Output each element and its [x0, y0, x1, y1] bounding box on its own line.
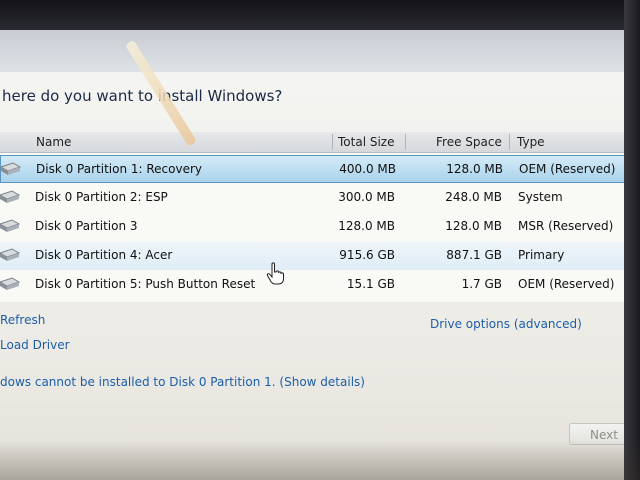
partition-total-size: 128.0 MB	[338, 219, 395, 233]
partition-free-space: 887.1 GB	[446, 248, 502, 262]
partition-name: Disk 0 Partition 1: Recovery	[36, 162, 202, 176]
partition-total-size: 300.0 MB	[338, 190, 395, 204]
partition-total-size: 400.0 MB	[339, 162, 396, 176]
partition-name: Disk 0 Partition 3	[35, 219, 138, 233]
partition-total-size: 915.6 GB	[339, 248, 395, 262]
table-row[interactable]: Disk 0 Partition 1: Recovery 400.0 MB 12…	[0, 155, 630, 183]
partition-name: Disk 0 Partition 2: ESP	[35, 190, 168, 204]
column-header-free-space[interactable]: Free Space	[436, 135, 502, 149]
partition-list[interactable]: Name Total Size Free Space Type Disk 0 P…	[0, 132, 630, 302]
install-warning: dows cannot be installed to Disk 0 Parti…	[0, 375, 365, 389]
warning-text: dows cannot be installed to Disk 0 Parti…	[0, 375, 276, 389]
partition-free-space: 1.7 GB	[461, 277, 502, 291]
partition-total-size: 15.1 GB	[346, 277, 395, 291]
partition-free-space: 128.0 MB	[446, 162, 503, 176]
partition-type: OEM (Reserved)	[518, 277, 615, 291]
monitor-bezel-edge	[624, 0, 640, 480]
partition-type: OEM (Reserved)	[519, 162, 616, 176]
drive-options-link[interactable]: Drive options (advanced)	[430, 317, 582, 331]
list-header: Name Total Size Free Space Type	[0, 132, 630, 153]
partition-name: Disk 0 Partition 5: Push Button Reset	[35, 277, 256, 291]
table-row[interactable]: Disk 0 Partition 3 128.0 MB 128.0 MB MSR…	[0, 213, 630, 241]
column-separator	[332, 134, 333, 150]
column-separator	[405, 134, 406, 150]
photo-shadow	[0, 440, 640, 480]
table-row[interactable]: Disk 0 Partition 5: Push Button Reset 15…	[0, 271, 630, 299]
dialog-title-band	[0, 30, 626, 74]
partition-free-space: 128.0 MB	[445, 219, 502, 233]
column-separator	[509, 134, 510, 150]
hard-drive-icon	[0, 162, 21, 175]
column-header-name[interactable]: Name	[36, 135, 71, 149]
partition-type: MSR (Reserved)	[518, 219, 614, 233]
hard-drive-icon	[0, 219, 20, 232]
hard-drive-icon	[0, 248, 20, 261]
refresh-link[interactable]: Refresh	[0, 313, 45, 327]
table-row[interactable]: Disk 0 Partition 4: Acer 915.6 GB 887.1 …	[0, 242, 630, 270]
monitor-bezel	[0, 0, 640, 34]
hard-drive-icon	[0, 277, 20, 290]
load-driver-link[interactable]: Load Driver	[0, 338, 70, 352]
column-header-total-size[interactable]: Total Size	[338, 135, 394, 149]
partition-free-space: 248.0 MB	[445, 190, 502, 204]
column-header-type[interactable]: Type	[517, 135, 545, 149]
page-title: here do you want to install Windows?	[2, 87, 283, 105]
hard-drive-icon	[0, 190, 20, 203]
partition-name: Disk 0 Partition 4: Acer	[35, 248, 173, 262]
partition-type: Primary	[518, 248, 565, 262]
partition-type: System	[518, 190, 563, 204]
hand-cursor-icon	[266, 262, 284, 285]
show-details-link[interactable]: (Show details)	[279, 375, 365, 389]
table-row[interactable]: Disk 0 Partition 2: ESP 300.0 MB 248.0 M…	[0, 184, 630, 212]
